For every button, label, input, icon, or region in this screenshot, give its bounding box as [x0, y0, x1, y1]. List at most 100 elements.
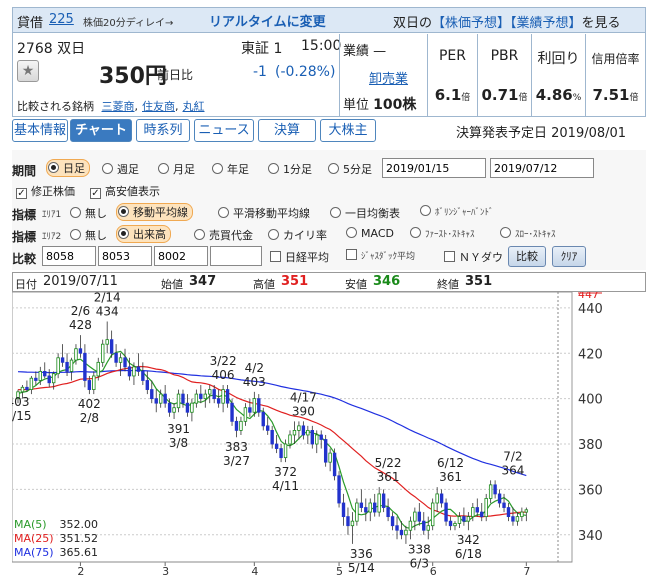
tab-earnings[interactable]: 決算: [258, 119, 316, 142]
ohlc-open: 347: [189, 274, 217, 289]
metric-per: PER 6.1倍: [427, 34, 477, 117]
candle-body: [225, 389, 230, 404]
ind2-option-volume[interactable]: 出来高: [116, 225, 171, 243]
candle-body: [123, 357, 127, 368]
nikkei-checkbox[interactable]: 日経平均: [270, 249, 329, 265]
candle-body: [87, 380, 92, 390]
tab-news[interactable]: ニュース: [194, 119, 254, 142]
candle-body: [381, 493, 386, 508]
price-annotation: 434: [96, 304, 119, 318]
period-option-yearly[interactable]: 年足: [212, 161, 249, 177]
candle-body: [234, 420, 239, 431]
candle-body: [466, 516, 471, 522]
period-label: 期間: [12, 164, 37, 178]
nydow-checkbox[interactable]: ＮＹダウ: [444, 249, 503, 265]
jasdaq-checkbox[interactable]: ｼﾞｬｽﾀﾞｯｸ平均: [346, 249, 415, 262]
y-tick-label: 420: [578, 347, 603, 362]
period-option-weekly[interactable]: 週足: [102, 161, 139, 177]
ind1-option-smoothed-ma[interactable]: 平滑移動平均線: [218, 205, 310, 221]
y-tick-label: 360: [578, 483, 603, 498]
industry-link[interactable]: 卸売業: [369, 68, 408, 87]
period-option-monthly[interactable]: 月足: [158, 161, 195, 177]
ma-legend-value: 365.61: [60, 546, 99, 559]
ohlc-date: 2019/07/11: [43, 274, 118, 289]
candle-body: [47, 375, 51, 384]
candle-body: [422, 520, 426, 531]
adjusted-price-checkbox[interactable]: ✓ 修正株価: [16, 183, 75, 199]
candle-body: [96, 361, 100, 377]
candle-body: [243, 407, 248, 422]
candle-body: [29, 377, 34, 390]
metric-label: PBR: [490, 48, 519, 64]
clear-button[interactable]: ｸﾘｱ: [552, 246, 586, 267]
period-option-5min[interactable]: 5分足: [328, 161, 372, 177]
candle-body: [261, 411, 265, 427]
price-annotation: 6/3: [410, 556, 429, 570]
earnings-forecast-link[interactable]: 【業績予想】: [510, 16, 582, 31]
tab-shareholders[interactable]: 大株主: [320, 119, 376, 142]
compare-code-input[interactable]: [210, 246, 262, 266]
price-annotation: 391: [167, 422, 190, 436]
compared-stocks: 比較される銘柄 三菱商, 住友商, 丸紅: [17, 100, 205, 113]
compare-stock-link[interactable]: 三菱商: [102, 100, 135, 113]
candle-body: [145, 380, 150, 390]
candle-body: [257, 398, 261, 413]
candle-body: [176, 393, 181, 409]
tab-basic-info[interactable]: 基本情報: [12, 119, 68, 142]
price-annotation: 338: [408, 542, 431, 556]
candle-body: [435, 493, 439, 504]
ind1-option-bollinger[interactable]: ﾎﾞﾘﾝｼﾞｬｰﾊﾞﾝﾄﾞ: [420, 205, 494, 218]
candle-body: [20, 386, 25, 393]
ohlc-bar: 日付 2019/07/11 始値 347 高値 351 安値 346 終値 35…: [12, 272, 646, 292]
price-annotation: 5/14: [348, 561, 375, 575]
ind2-option-fast-stoch[interactable]: ﾌｧｰｽﾄ･ｽﾄｷｬｽ: [410, 227, 475, 240]
x-tick-label: 3: [162, 565, 169, 575]
tab-timeseries[interactable]: 時系列: [136, 119, 190, 142]
price-annotation: 2/8: [80, 411, 99, 425]
candle-body: [364, 507, 368, 513]
market-code-link[interactable]: 225: [49, 12, 74, 27]
period-option-1min[interactable]: 1分足: [268, 161, 312, 177]
candle-body: [341, 502, 346, 518]
low-label: 安値: [345, 278, 367, 291]
metric-pbr: PBR 0.71倍: [477, 34, 531, 117]
stock-forecast-link[interactable]: 【株価予想】: [432, 16, 510, 31]
candle-body: [377, 493, 381, 513]
period-option-daily[interactable]: 日足: [46, 159, 90, 177]
highlow-checkbox[interactable]: ✓ 高安値表示: [90, 183, 160, 199]
candle-body: [350, 520, 355, 527]
ind2-option-slow-stoch[interactable]: ｽﾛｰ･ｽﾄｷｬｽ: [500, 227, 556, 240]
ind2-option-deviation[interactable]: カイリ率: [268, 227, 327, 243]
ma-legend-name: MA(75): [14, 546, 54, 559]
compare-button[interactable]: 比較: [508, 246, 546, 267]
date-from-input[interactable]: [382, 158, 486, 178]
realtime-link[interactable]: リアルタイムに変更: [209, 11, 326, 30]
compare-code-input[interactable]: [42, 246, 96, 266]
metric-yield: 利回り 4.86%: [531, 34, 585, 117]
ind2-option-none[interactable]: 無し: [70, 227, 107, 243]
ind1-option-ichimoku[interactable]: 一目均衡表: [330, 205, 400, 221]
candle-body: [279, 448, 283, 459]
candle-body: [417, 511, 422, 522]
compare-stock-link[interactable]: 住友商: [142, 100, 175, 113]
y-tick-label: 400: [578, 393, 603, 408]
ind2-option-macd[interactable]: MACD: [346, 227, 394, 240]
compare-code-input[interactable]: [98, 246, 152, 266]
candle-body: [439, 493, 444, 504]
star-icon[interactable]: ★: [17, 60, 39, 82]
stock-header: 貸借 225 株価20分ディレイ→ リアルタイムに変更 双日の【株価予想】【業績…: [12, 7, 646, 117]
compare-code-input[interactable]: [154, 246, 208, 266]
ind1-option-ma[interactable]: 移動平均線: [116, 203, 193, 221]
date-to-input[interactable]: [490, 158, 594, 178]
tab-chart[interactable]: チャート: [70, 119, 132, 142]
candlestick-chart-svg[interactable]: 3403603804004204404472345674031/152/6428…: [12, 292, 646, 575]
ind1-option-none[interactable]: 無し: [70, 205, 107, 221]
compare-stock-link[interactable]: 丸紅: [183, 100, 205, 113]
ind2-option-turnover[interactable]: 売買代金: [194, 227, 253, 243]
price-change-pct: (-0.28%): [275, 64, 336, 80]
settlement-date: 決算発表予定日 2019/08/01: [456, 126, 627, 141]
candle-body: [515, 516, 520, 522]
candle-body: [453, 523, 457, 527]
options-row: ✓ 修正株価 ✓ 高安値表示: [12, 180, 646, 202]
candle-body: [297, 425, 301, 431]
